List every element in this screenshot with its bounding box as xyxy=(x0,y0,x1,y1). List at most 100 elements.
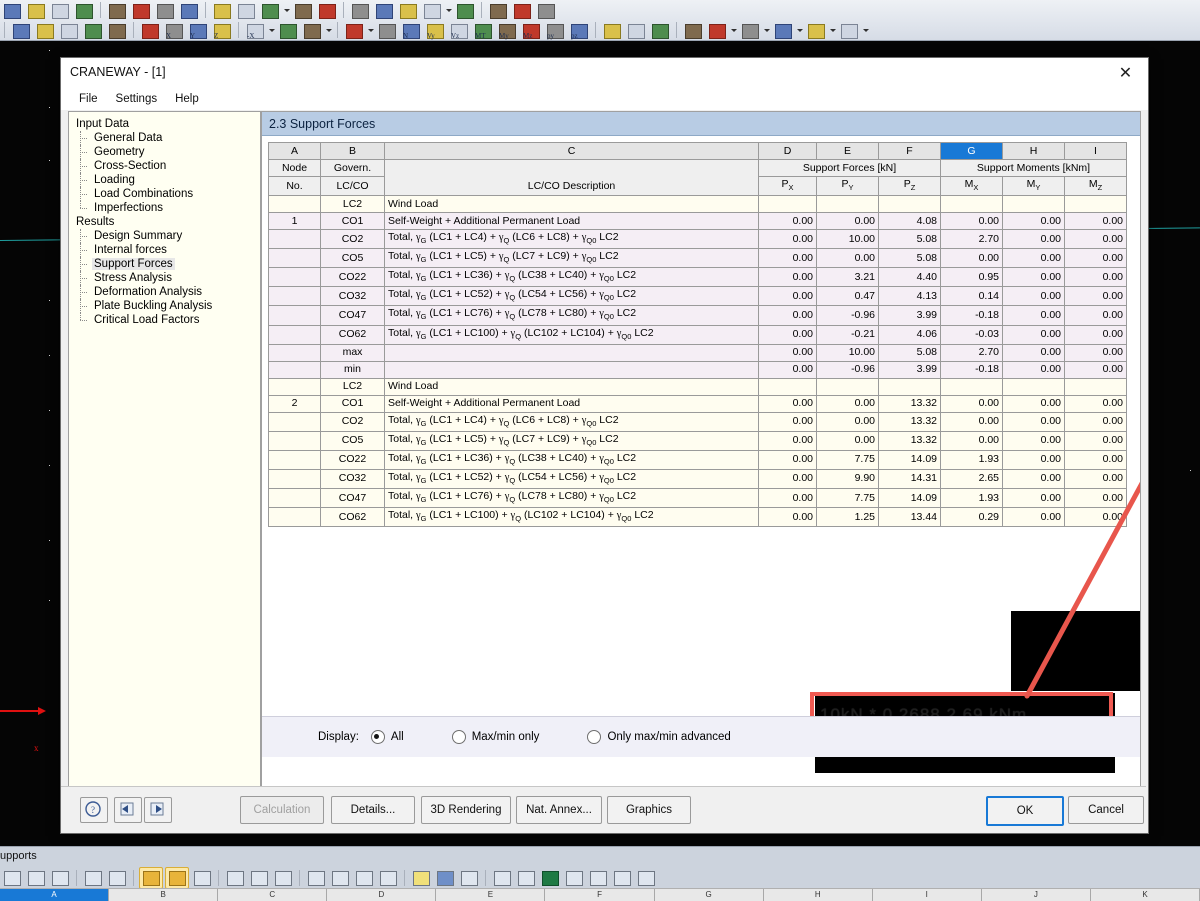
cell-lc-co[interactable]: CO5 xyxy=(320,248,385,269)
menu-settings[interactable]: Settings xyxy=(107,91,167,107)
view-z-icon[interactable]: Z xyxy=(211,21,233,40)
cell-mx[interactable]: 0.00 xyxy=(940,394,1003,413)
refresh-icon[interactable] xyxy=(191,868,213,888)
nat-annex-button[interactable]: Nat. Annex... xyxy=(516,796,602,824)
redo-icon[interactable] xyxy=(235,1,257,20)
cell-pz[interactable]: 13.32 xyxy=(878,394,941,413)
table-row[interactable]: CO32 Total, γG (LC1 + LC52) + γQ (LC54 + … xyxy=(268,286,1127,307)
toolbar-row-1[interactable] xyxy=(0,0,1200,20)
shear-Vy-icon[interactable]: Vy xyxy=(424,21,446,40)
cut-icon[interactable] xyxy=(130,1,152,20)
cell-pz[interactable]: 13.32 xyxy=(878,411,941,432)
cell-my[interactable]: 0.00 xyxy=(1002,229,1065,250)
chevron-down-icon[interactable] xyxy=(795,21,804,40)
rotate-icon[interactable] xyxy=(34,21,56,40)
window-2-icon[interactable] xyxy=(739,21,761,40)
cell-lc-co[interactable]: CO47 xyxy=(320,488,385,509)
undo-icon[interactable] xyxy=(139,867,163,889)
select-icon[interactable] xyxy=(10,21,32,40)
sidebar-item-geometry[interactable]: Geometry xyxy=(74,145,260,159)
cell-lc-co[interactable]: CO1 xyxy=(320,212,385,231)
report-icon[interactable] xyxy=(491,868,513,888)
cell-mx[interactable]: 0.29 xyxy=(940,507,1003,528)
cell-py[interactable]: -0.21 xyxy=(816,324,879,345)
bottom-column-A[interactable]: A xyxy=(0,889,110,901)
cell-my[interactable]: 0.00 xyxy=(1002,430,1065,451)
dialog-button-bar[interactable]: ? Calculation Details... 3D Rendering Na… xyxy=(61,786,1146,833)
cell-my[interactable] xyxy=(1002,195,1065,214)
cancel-button[interactable]: Cancel xyxy=(1068,796,1144,824)
printout-icon[interactable] xyxy=(515,868,537,888)
previous-page-icon[interactable] xyxy=(114,797,142,823)
table-row[interactable]: 1 CO1 Self-Weight + Additional Permanent L… xyxy=(268,212,1127,231)
menu-file[interactable]: File xyxy=(70,91,107,107)
table-icon[interactable] xyxy=(511,1,533,20)
zoom-in-icon[interactable] xyxy=(58,21,80,40)
cell-mx[interactable]: 1.93 xyxy=(940,488,1003,509)
cell-my[interactable]: 0.00 xyxy=(1002,267,1065,288)
cell-lc-co[interactable]: CO5 xyxy=(320,430,385,451)
globe-icon[interactable] xyxy=(487,1,509,20)
cell-mz[interactable] xyxy=(1064,377,1127,396)
dialog-menubar[interactable]: File Settings Help xyxy=(61,88,1148,110)
radio-display-all[interactable]: All xyxy=(370,730,404,744)
sidebar-item-stress-analysis[interactable]: Stress Analysis xyxy=(74,271,260,285)
chevron-down-icon[interactable] xyxy=(762,21,771,40)
chevron-down-icon[interactable] xyxy=(366,21,375,40)
edit-icon[interactable] xyxy=(458,868,480,888)
cell-pz[interactable]: 14.09 xyxy=(878,449,941,470)
cell-px[interactable]: 0.00 xyxy=(758,286,817,307)
bottom-column-H[interactable]: H xyxy=(764,889,873,901)
cell-px[interactable]: 0.00 xyxy=(758,305,817,326)
chevron-down-icon[interactable] xyxy=(729,21,738,40)
cell-description[interactable]: Total, γG (LC1 + LC100) + γQ (LC102 + LC… xyxy=(384,324,759,345)
deformation-icon[interactable] xyxy=(625,21,647,40)
table-blue-icon[interactable] xyxy=(434,868,456,888)
open-icon[interactable] xyxy=(25,1,47,20)
cell-pz[interactable]: 4.06 xyxy=(878,324,941,345)
cell-py[interactable]: 0.47 xyxy=(816,286,879,307)
cell-py[interactable]: 7.75 xyxy=(816,449,879,470)
cell-mz[interactable]: 0.00 xyxy=(1064,468,1127,490)
chart-icon[interactable] xyxy=(25,868,47,888)
window-1-icon[interactable] xyxy=(706,21,728,40)
cell-px[interactable]: 0.00 xyxy=(758,267,817,288)
cell-mz[interactable]: 0.00 xyxy=(1064,449,1127,470)
cell-node[interactable] xyxy=(268,229,321,250)
model-icon[interactable] xyxy=(259,1,281,20)
table-row[interactable]: CO2 Total, γG (LC1 + LC4) + γQ (LC6 + LC8… xyxy=(268,411,1127,432)
cell-description[interactable]: Wind Load xyxy=(384,195,759,214)
cell-mx[interactable]: 0.00 xyxy=(940,411,1003,432)
cell-my[interactable] xyxy=(1002,377,1065,396)
cell-pz[interactable]: 4.13 xyxy=(878,286,941,307)
cell-node[interactable] xyxy=(268,411,321,432)
cell-mx[interactable]: -0.18 xyxy=(940,305,1003,326)
column-header-E[interactable]: E xyxy=(816,142,879,160)
table-row[interactable]: CO22 Total, γG (LC1 + LC36) + γQ (LC38 + … xyxy=(268,449,1127,470)
cell-my[interactable]: 0.00 xyxy=(1002,411,1065,432)
undo-icon[interactable] xyxy=(211,1,233,20)
cell-description[interactable]: Total, γG (LC1 + LC4) + γQ (LC6 + LC8) +… xyxy=(384,411,759,432)
toolbar-row-2[interactable]: X Y Z -X N Vy Vz MT My Mz py pz xyxy=(0,20,1200,40)
settings-row-icon[interactable] xyxy=(248,868,270,888)
table-row[interactable]: CO22 Total, γG (LC1 + LC36) + γQ (LC38 + … xyxy=(268,267,1127,288)
table-row[interactable]: min 0.00 -0.96 3.99 -0.18 0.00 0.00 xyxy=(268,360,1127,379)
cell-px[interactable] xyxy=(758,195,817,214)
bottom-column-D[interactable]: D xyxy=(327,889,437,901)
cell-description[interactable]: Total, γG (LC1 + LC52) + γQ (LC54 + LC56… xyxy=(384,286,759,307)
sidebar-item-critical-load-factors[interactable]: Critical Load Factors xyxy=(74,313,260,327)
close-icon[interactable]: ✕ xyxy=(1103,58,1148,88)
cell-node[interactable] xyxy=(268,248,321,269)
load-cases-icon[interactable] xyxy=(454,1,476,20)
column-letter-row[interactable]: ABCDEFGHI xyxy=(268,142,1127,160)
moment-Mz-icon[interactable]: Mz xyxy=(520,21,542,40)
cell-mx[interactable]: 0.14 xyxy=(940,286,1003,307)
results-icon[interactable] xyxy=(349,1,371,20)
add-row-icon[interactable] xyxy=(224,868,246,888)
shift-right-icon[interactable] xyxy=(377,868,399,888)
bottom-column-F[interactable]: F xyxy=(545,889,655,901)
graphics-button[interactable]: Graphics xyxy=(607,796,691,824)
cell-pz[interactable]: 14.31 xyxy=(878,468,941,490)
cell-pz[interactable]: 13.44 xyxy=(878,507,941,528)
support-forces-table-area[interactable]: A B C D E F G H I Node Govern. LC/CO Description Sup… xyxy=(262,136,1140,781)
